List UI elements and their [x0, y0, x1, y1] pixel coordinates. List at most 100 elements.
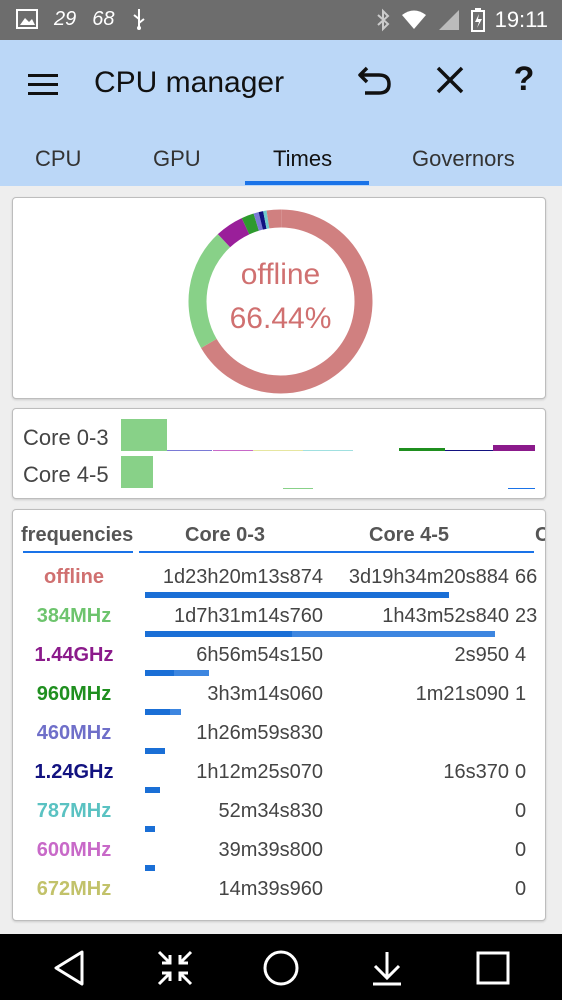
donut-card: offline 66.44% [12, 197, 546, 399]
row-core-0-3-bar [145, 787, 160, 793]
row-core-0-3-bar [145, 865, 155, 871]
row-core-0-3-time: 1h12m25s070 [196, 761, 323, 783]
row-core-0-3-time: 1d7h31m14s760 [173, 605, 323, 627]
donut-slice-1-44ghz [217, 218, 250, 248]
core-0-3-line [445, 450, 493, 451]
status-bar: 29 68 19:11 [0, 0, 562, 40]
recents-icon[interactable] [473, 948, 513, 988]
row-core-0-3-bar [145, 592, 449, 598]
row-frequency-label: 787MHz [36, 800, 112, 822]
row-next-col-cut: 0 [515, 878, 527, 900]
row-core-4-5-time: 2s950 [454, 644, 510, 666]
donut-slice-rest [266, 209, 282, 229]
row-core-0-3-time: 1d23h20m13s874 [162, 566, 323, 588]
row-core-4-5-bar [169, 709, 182, 715]
close-icon [436, 66, 464, 94]
header-core-4-5: Core 4-5 [369, 524, 450, 546]
core-0-3-line [213, 450, 253, 451]
row-core-0-3-time: 1h26m59s830 [196, 722, 323, 744]
home-icon[interactable] [261, 948, 301, 988]
undo-button[interactable] [355, 62, 395, 107]
row-frequency-label: 672MHz [36, 878, 112, 900]
menu-icon[interactable] [28, 74, 58, 96]
row-frequency-label: offline [44, 566, 104, 588]
core-4-5-line [508, 488, 535, 489]
frequencies-card: frequencies Core 0-3 Core 4-5 C offline 1… [12, 509, 546, 921]
battery-icon [470, 8, 485, 32]
core-0-3-bar [121, 419, 167, 451]
tab-indicator [245, 181, 369, 185]
row-frequency-label: 384MHz [36, 605, 112, 627]
row-core-4-5-bar [174, 670, 210, 676]
row-core-0-3-bar [145, 670, 175, 676]
row-frequency-label: 600MHz [36, 839, 112, 861]
bluetooth-icon [376, 8, 390, 32]
header-underline [139, 551, 534, 553]
core-0-3-line [253, 450, 303, 451]
tab-governors[interactable]: Governors [412, 146, 515, 172]
row-core-0-3-bar [145, 631, 292, 637]
row-core-0-3-time: 6h56m54s150 [196, 644, 323, 666]
status-time: 19:11 [494, 7, 548, 32]
row-core-0-3-time: 3h3m14s060 [207, 683, 323, 705]
donut-slice-460mhz [253, 212, 263, 231]
header-core-0-3: Core 0-3 [185, 524, 266, 546]
app-bar: CPU manager ? CPU GPU Times Governors [0, 40, 562, 186]
close-button[interactable] [430, 62, 470, 107]
row-next-col-cut: 1 [515, 683, 527, 705]
help-icon: ? [513, 60, 535, 98]
tab-gpu[interactable]: GPU [153, 146, 201, 172]
core-0-3-line [399, 448, 445, 451]
core-0-3-line [493, 445, 535, 451]
signal-icon [438, 10, 459, 30]
row-core-0-3-bar [145, 748, 165, 754]
tab-bar: CPU GPU Times Governors [0, 140, 562, 186]
row-next-col-cut: 0 [515, 761, 527, 783]
back-icon[interactable] [50, 948, 90, 988]
header-underline [23, 551, 133, 553]
header-frequencies: frequencies [21, 524, 134, 546]
status-text-2: 68 [92, 7, 115, 30]
wifi-icon [401, 10, 426, 29]
row-core-0-3-bar [145, 709, 170, 715]
row-core-4-5-time: 16s370 [443, 761, 509, 783]
core-0-3-line [303, 450, 353, 451]
core-label-0-3: Core 0-3 [23, 425, 109, 450]
status-text-1: 29 [54, 7, 77, 30]
row-next-col-cut: 0 [515, 839, 527, 861]
collapse-icon[interactable] [155, 948, 195, 988]
row-core-0-3-bar [145, 826, 155, 832]
donut-slice-787mhz [263, 210, 270, 229]
row-frequency-label: 1.44GHz [34, 644, 114, 666]
row-core-0-3-time: 52m34s830 [218, 800, 323, 822]
donut-label: offline [240, 258, 321, 291]
cores-summary-card: Core 0-3 Core 4-5 [12, 408, 546, 499]
row-next-col-cut: 66 [515, 566, 538, 588]
row-core-0-3-time: 39m39s800 [218, 839, 323, 861]
donut-value: 66.44% [229, 302, 332, 335]
row-core-0-3-time: 14m39s960 [218, 878, 323, 900]
row-core-4-5-time: 1h43m52s840 [382, 605, 509, 627]
tab-cpu[interactable]: CPU [35, 146, 81, 172]
row-frequency-label: 1.24GHz [34, 761, 114, 783]
core-0-3-line [167, 450, 212, 451]
nav-bar [0, 934, 562, 1000]
tab-times[interactable]: Times [273, 146, 332, 172]
status-right: 19:11 [375, 7, 548, 33]
help-button[interactable]: ? [504, 60, 544, 99]
core-label-4-5: Core 4-5 [23, 462, 109, 487]
donut-slice-1-24ghz [258, 211, 267, 230]
row-core-4-5-time: 1m21s090 [415, 683, 509, 705]
row-core-4-5-bar [292, 631, 495, 637]
core-4-5-bar [121, 456, 153, 488]
donut-slice-960mhz [241, 213, 260, 235]
row-next-col-cut: 23 [515, 605, 538, 627]
row-next-col-cut: 4 [515, 644, 527, 666]
undo-icon [358, 66, 391, 95]
row-next-col-cut: 0 [515, 800, 527, 822]
core-4-5-line [283, 488, 313, 489]
row-core-4-5-time: 3d19h34m20s884 [348, 566, 509, 588]
row-frequency-label: 460MHz [36, 722, 112, 744]
status-left: 29 68 [16, 7, 147, 31]
download-icon[interactable] [367, 948, 407, 988]
